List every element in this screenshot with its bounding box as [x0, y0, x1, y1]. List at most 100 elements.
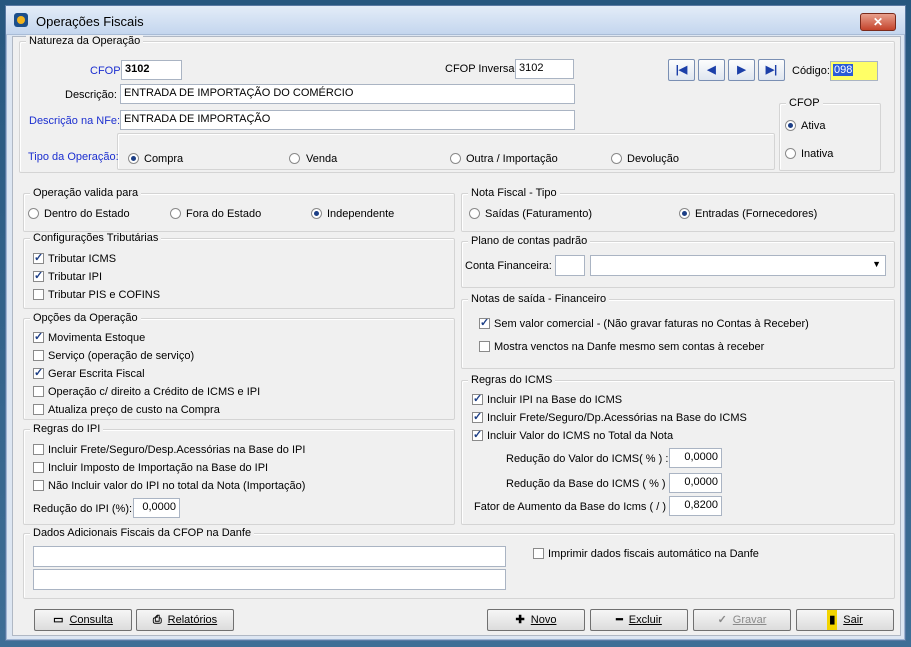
- minus-icon: ━: [616, 614, 623, 626]
- nota-fiscal-tipo-legend: Nota Fiscal - Tipo: [468, 187, 560, 199]
- status-inativa-radio[interactable]: [785, 148, 796, 159]
- servico-label: Serviço (operação de serviço): [48, 350, 195, 362]
- last-record-button[interactable]: ▶|: [758, 59, 785, 81]
- gerar-escrita-fiscal-label: Gerar Escrita Fiscal: [48, 368, 145, 380]
- nf-entradas-radio[interactable]: [679, 208, 690, 219]
- operacoes-fiscais-window: Operações Fiscais ✕ Natureza da Operação…: [5, 5, 906, 641]
- title-bar[interactable]: Operações Fiscais ✕: [6, 6, 905, 35]
- icms-incluir-ipi-label: Incluir IPI na Base do ICMS: [487, 394, 623, 406]
- tipo-venda-radio[interactable]: [289, 153, 300, 164]
- ipi-imposto-importacao-checkbox[interactable]: [33, 462, 44, 473]
- regras-icms-legend: Regras do ICMS: [468, 374, 556, 386]
- notas-saida-legend: Notas de saída - Financeiro: [468, 293, 610, 305]
- descricao-nfe-input[interactable]: ENTRADA DE IMPORTAÇÃO: [120, 110, 575, 130]
- gerar-escrita-fiscal-checkbox[interactable]: [33, 366, 44, 379]
- next-record-button[interactable]: ▶: [728, 59, 755, 81]
- descricao-input[interactable]: ENTRADA DE IMPORTAÇÃO DO COMÉRCIO: [120, 84, 575, 104]
- icms-frete-seguro-label: Incluir Frete/Seguro/Dp.Acessórias na Ba…: [487, 412, 747, 424]
- consulta-button[interactable]: ▭ Consulta: [34, 609, 132, 631]
- conta-financeira-code-input[interactable]: [555, 255, 585, 276]
- sair-button[interactable]: ▮ Sair: [796, 609, 894, 631]
- window-title: Operações Fiscais: [36, 14, 144, 29]
- credito-icms-ipi-checkbox[interactable]: [33, 386, 44, 397]
- valida-fora-estado-radio[interactable]: [170, 208, 181, 219]
- cfop-status-group: CFOP: [779, 97, 881, 171]
- conta-financeira-label: Conta Financeira:: [465, 260, 552, 272]
- conta-financeira-select[interactable]: ▼: [590, 255, 886, 276]
- ipi-nao-incluir-total-checkbox[interactable]: [33, 480, 44, 491]
- sem-valor-comercial-label: Sem valor comercial - (Não gravar fatura…: [494, 318, 809, 330]
- fator-aumento-label: Fator de Aumento da Base do Icms ( / ) :: [474, 501, 673, 513]
- dados-adicionais-line2-input[interactable]: [33, 569, 506, 590]
- icms-valor-total-checkbox[interactable]: [472, 428, 483, 441]
- codigo-value: 098: [833, 64, 854, 76]
- tipo-venda-label: Venda: [306, 153, 338, 165]
- cfop-inversa-label: CFOP Inversa:: [445, 63, 518, 75]
- exit-door-icon: ▮: [827, 610, 838, 630]
- gravar-label: Gravar: [732, 614, 767, 626]
- status-ativa-radio[interactable]: [785, 120, 796, 131]
- reducao-ipi-input[interactable]: 0,0000: [133, 498, 180, 518]
- regras-ipi-legend: Regras do IPI: [30, 423, 104, 435]
- cfop-status-legend: CFOP: [786, 97, 823, 109]
- ipi-frete-seguro-label: Incluir Frete/Seguro/Desp.Acessórias na …: [48, 444, 306, 456]
- relatorios-button[interactable]: ⎙ Relatórios: [136, 609, 234, 631]
- opcoes-operacao-legend: Opções da Operação: [30, 312, 141, 324]
- valida-dentro-estado-radio[interactable]: [28, 208, 39, 219]
- printer-icon: ⎙: [152, 614, 162, 626]
- credito-icms-ipi-label: Operação c/ direito a Crédito de ICMS e …: [48, 386, 261, 398]
- excluir-label: Excluir: [628, 614, 662, 626]
- valida-independente-radio[interactable]: [311, 208, 322, 219]
- codigo-label: Código:: [792, 65, 830, 77]
- servico-checkbox[interactable]: [33, 350, 44, 361]
- tipo-compra-radio[interactable]: [128, 153, 139, 164]
- dados-adicionais-legend: Dados Adicionais Fiscais da CFOP na Danf…: [30, 527, 255, 539]
- checkmark-icon: ✓: [717, 614, 727, 626]
- imprimir-dados-fiscais-label: Imprimir dados fiscais automático na Dan…: [548, 548, 759, 560]
- sair-label: Sair: [843, 614, 863, 626]
- sem-valor-comercial-checkbox[interactable]: [479, 316, 490, 329]
- icms-frete-seguro-checkbox[interactable]: [472, 410, 483, 423]
- tributar-ipi-label: Tributar IPI: [48, 271, 102, 283]
- tipo-devolucao-label: Devolução: [627, 153, 679, 165]
- mostra-venctos-checkbox[interactable]: [479, 341, 490, 352]
- nf-entradas-label: Entradas (Fornecedores): [695, 208, 818, 220]
- window-icon: ▭: [53, 614, 64, 626]
- fator-aumento-input[interactable]: 0,8200: [669, 496, 722, 516]
- dados-adicionais-line1-input[interactable]: [33, 546, 506, 567]
- nf-saidas-label: Saídas (Faturamento): [485, 208, 592, 220]
- tributar-pis-cofins-checkbox[interactable]: [33, 289, 44, 300]
- reducao-ipi-label: Redução do IPI (%):: [33, 503, 133, 515]
- status-ativa-label: Ativa: [801, 120, 826, 132]
- icms-incluir-ipi-checkbox[interactable]: [472, 392, 483, 405]
- close-button[interactable]: ✕: [860, 13, 896, 31]
- excluir-button[interactable]: ━ Excluir: [590, 609, 688, 631]
- ipi-frete-seguro-checkbox[interactable]: [33, 444, 44, 455]
- tributar-ipi-checkbox[interactable]: [33, 269, 44, 282]
- nf-saidas-radio[interactable]: [469, 208, 480, 219]
- tipo-devolucao-radio[interactable]: [611, 153, 622, 164]
- cfop-inversa-input[interactable]: 3102: [515, 59, 574, 79]
- first-record-button[interactable]: |◀: [668, 59, 695, 81]
- ipi-imposto-importacao-label: Incluir Imposto de Importação na Base do…: [48, 462, 269, 474]
- codigo-input[interactable]: 098: [830, 61, 878, 81]
- plus-icon: ✚: [515, 614, 525, 626]
- reducao-base-icms-input[interactable]: 0,0000: [669, 473, 722, 493]
- tributar-icms-checkbox[interactable]: [33, 251, 44, 264]
- reducao-base-icms-label: Redução da Base do ICMS ( % ) :: [506, 478, 672, 490]
- gravar-button[interactable]: ✓ Gravar: [693, 609, 791, 631]
- previous-record-button[interactable]: ◀: [698, 59, 725, 81]
- form-client-area: Natureza da Operação CFOP: 3102 CFOP Inv…: [12, 35, 901, 636]
- tipo-operacao-label: Tipo da Operação:: [28, 151, 119, 163]
- tipo-outra-importacao-radio[interactable]: [450, 153, 461, 164]
- mostra-venctos-label: Mostra venctos na Danfe mesmo sem contas…: [494, 341, 765, 353]
- reducao-valor-icms-input[interactable]: 0,0000: [669, 448, 722, 468]
- movimenta-estoque-checkbox[interactable]: [33, 330, 44, 343]
- imprimir-dados-fiscais-checkbox[interactable]: [533, 548, 544, 559]
- ipi-nao-incluir-total-label: Não Incluir valor do IPI no total da Not…: [48, 480, 306, 492]
- cfop-input[interactable]: 3102: [121, 60, 182, 80]
- status-inativa-label: Inativa: [801, 148, 834, 160]
- natureza-legend: Natureza da Operação: [26, 35, 144, 47]
- novo-button[interactable]: ✚ Novo: [487, 609, 585, 631]
- atualiza-preco-custo-checkbox[interactable]: [33, 404, 44, 415]
